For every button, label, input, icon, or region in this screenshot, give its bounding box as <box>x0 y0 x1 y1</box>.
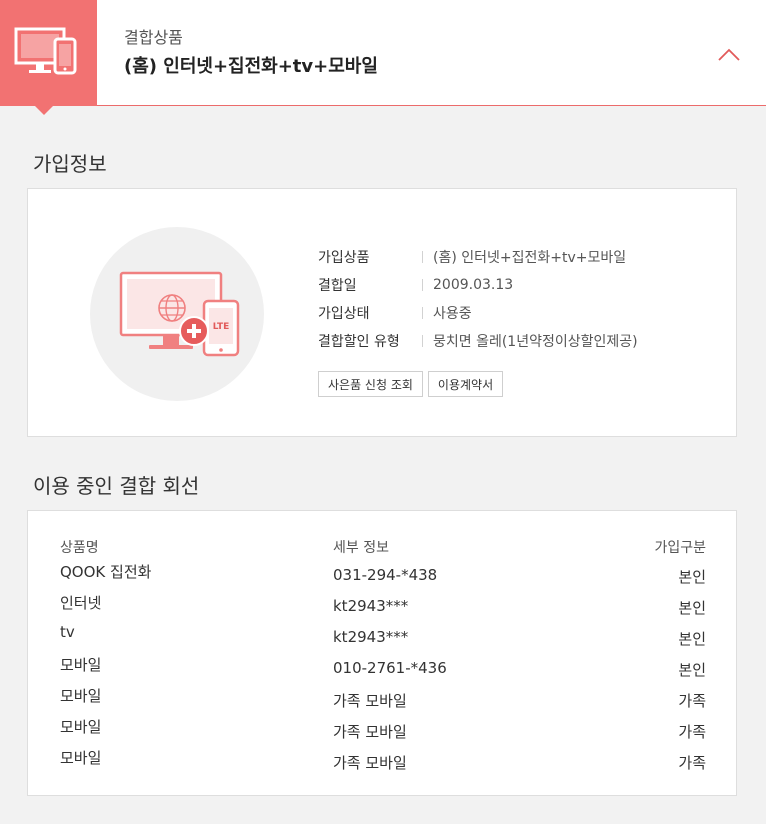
info-label: 결합일 <box>318 278 357 294</box>
row-detail: kt2943*** <box>333 628 409 646</box>
table-row: 모바일 가족 모바일 가족 <box>28 685 736 710</box>
info-row-discount-type: 결합할인 유형 뭉치면 올레(1년약정이상할인제공) <box>318 327 638 355</box>
subscription-button-row: 사은품 신청 조회 이용계약서 <box>318 371 504 397</box>
table-row: tv kt2943*** 본인 <box>28 623 736 648</box>
row-type: 본인 <box>678 568 706 586</box>
info-separator <box>422 307 423 319</box>
row-detail: 가족 모바일 <box>333 692 407 710</box>
header-title: (홈) 인터넷+집전화+tv+모바일 <box>124 56 378 77</box>
product-header: 결합상품 (홈) 인터넷+집전화+tv+모바일 <box>0 0 766 115</box>
row-detail: 가족 모바일 <box>333 723 407 741</box>
header-caption: 결합상품 <box>124 28 183 47</box>
row-detail: 가족 모바일 <box>333 754 407 772</box>
lines-table-header: 상품명 세부 정보 가입구분 <box>28 537 736 557</box>
header-pointer <box>34 105 54 115</box>
row-type: 본인 <box>678 630 706 648</box>
row-product: 인터넷 <box>60 594 102 612</box>
gift-lookup-button[interactable]: 사은품 신청 조회 <box>318 371 423 397</box>
info-label: 가입상태 <box>318 306 370 322</box>
info-label: 가입상품 <box>318 250 370 266</box>
info-label: 결합할인 유형 <box>318 334 400 350</box>
info-value: 사용중 <box>433 306 472 322</box>
header-icon-block <box>0 0 97 106</box>
subscription-info-table: 가입상품 (홈) 인터넷+집전화+tv+모바일 결합일 2009.03.13 가… <box>318 243 638 355</box>
header-type: 가입구분 <box>654 540 706 556</box>
row-product: 모바일 <box>60 656 102 674</box>
row-product: 모바일 <box>60 718 102 736</box>
subscription-section-title: 가입정보 <box>33 152 107 176</box>
row-type: 본인 <box>678 661 706 679</box>
row-detail: kt2943*** <box>333 597 409 615</box>
header-product: 상품명 <box>60 540 99 556</box>
info-separator <box>422 251 423 263</box>
subscription-info-card: LTE 가입상품 (홈) 인터넷+집전화+tv+모바일 결합일 2009.03.… <box>27 188 737 437</box>
chevron-up-icon <box>718 48 740 61</box>
info-value: 뭉치면 올레(1년약정이상할인제공) <box>433 334 638 350</box>
monitor-phone-icon <box>14 27 77 75</box>
row-type: 가족 <box>678 754 706 772</box>
lte-badge-text: LTE <box>213 322 230 332</box>
row-type: 가족 <box>678 723 706 741</box>
table-row: 모바일 가족 모바일 가족 <box>28 747 736 772</box>
lines-card: 상품명 세부 정보 가입구분 QOOK 집전화 031-294-*438 본인 … <box>27 510 737 796</box>
table-row: 인터넷 kt2943*** 본인 <box>28 592 736 617</box>
info-row-status: 가입상태 사용중 <box>318 299 638 327</box>
info-separator <box>422 335 423 347</box>
table-row: QOOK 집전화 031-294-*438 본인 <box>28 561 736 586</box>
info-value: (홈) 인터넷+집전화+tv+모바일 <box>433 250 627 266</box>
info-separator <box>422 279 423 291</box>
lines-section-title: 이용 중인 결합 회선 <box>33 474 200 498</box>
row-detail: 031-294-*438 <box>333 566 438 584</box>
row-type: 본인 <box>678 599 706 617</box>
row-product: tv <box>60 623 75 641</box>
row-type: 가족 <box>678 692 706 710</box>
info-row-bundle-date: 결합일 2009.03.13 <box>318 271 638 299</box>
header-detail: 세부 정보 <box>333 540 389 556</box>
info-row-product: 가입상품 (홈) 인터넷+집전화+tv+모바일 <box>318 243 638 271</box>
table-row: 모바일 가족 모바일 가족 <box>28 716 736 741</box>
terms-button[interactable]: 이용계약서 <box>427 371 504 397</box>
collapse-toggle-button[interactable] <box>712 40 746 70</box>
row-product: 모바일 <box>60 749 102 767</box>
row-detail: 010-2761-*436 <box>333 659 447 677</box>
table-row: 모바일 010-2761-*436 본인 <box>28 654 736 679</box>
row-product: QOOK 집전화 <box>60 563 152 581</box>
monitor-globe-phone-lte-icon: LTE <box>119 271 240 357</box>
row-product: 모바일 <box>60 687 102 705</box>
info-value: 2009.03.13 <box>433 277 514 293</box>
